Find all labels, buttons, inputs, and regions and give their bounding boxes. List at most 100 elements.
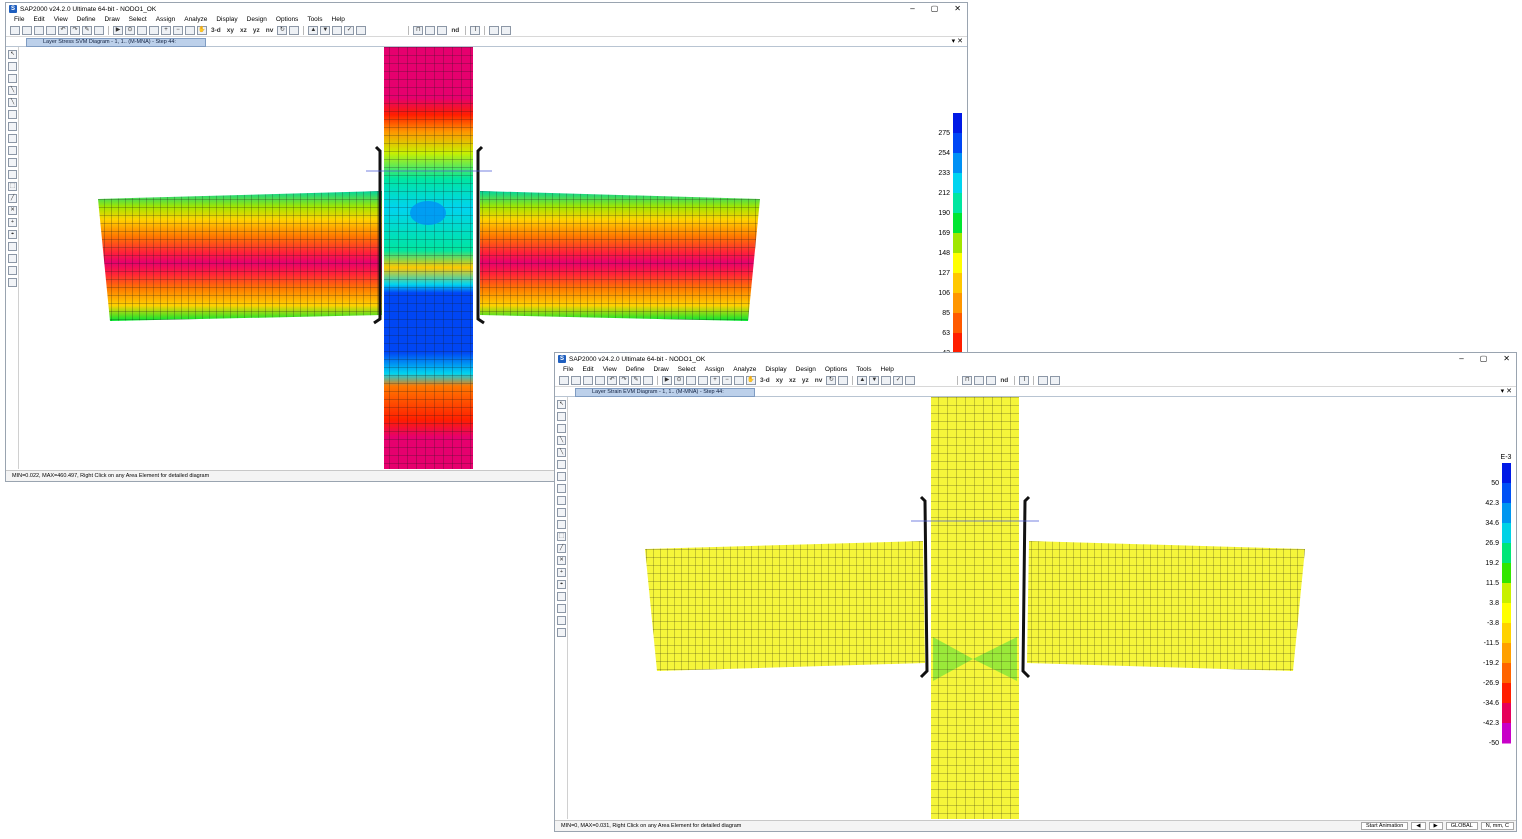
draw-point-icon[interactable] bbox=[557, 424, 566, 433]
save-icon[interactable] bbox=[583, 376, 593, 385]
select-line-icon[interactable]: ╱ bbox=[8, 194, 17, 203]
menu-edit[interactable]: Edit bbox=[582, 365, 593, 375]
view-nv-button[interactable]: nv bbox=[813, 377, 825, 384]
pencil-icon[interactable]: ✎ bbox=[631, 376, 641, 385]
check-icon[interactable]: ✓ bbox=[893, 376, 904, 385]
draw-area-icon[interactable] bbox=[557, 460, 566, 469]
view-xy-button[interactable]: xy bbox=[225, 27, 236, 34]
select-line-icon[interactable]: ╱ bbox=[557, 544, 566, 553]
lock-icon[interactable] bbox=[643, 376, 653, 385]
refresh-view-icon[interactable] bbox=[686, 376, 696, 385]
down-arrow-icon[interactable]: ▼ bbox=[869, 376, 880, 385]
menu-design[interactable]: Design bbox=[247, 15, 267, 25]
draw-link-icon[interactable] bbox=[8, 146, 17, 155]
reshape-icon[interactable] bbox=[557, 412, 566, 421]
menu-draw[interactable]: Draw bbox=[653, 365, 668, 375]
print-icon[interactable] bbox=[46, 26, 56, 35]
menu-analyze[interactable]: Analyze bbox=[733, 365, 756, 375]
select-intersect-icon[interactable]: ✕ bbox=[8, 206, 17, 215]
rotate-3d-icon[interactable]: ⊙ bbox=[674, 376, 684, 385]
rotate-icon[interactable]: ↻ bbox=[826, 376, 837, 385]
shell-icon[interactable] bbox=[974, 376, 985, 385]
frame-icon[interactable]: ⊓ bbox=[962, 376, 973, 385]
menu-tools[interactable]: Tools bbox=[307, 15, 322, 25]
restore-icon[interactable]: ▢ bbox=[931, 3, 939, 15]
tab-strain-diagram[interactable]: Layer Strain EVM Diagram - 1, 1.. (M-MNA… bbox=[575, 388, 755, 397]
frame-icon[interactable]: ⊓ bbox=[413, 26, 424, 35]
snap-point-icon[interactable]: + bbox=[8, 218, 17, 227]
step-forward-icon[interactable]: ▶ bbox=[1428, 822, 1443, 830]
menu-view[interactable]: View bbox=[54, 15, 68, 25]
up-arrow-icon[interactable]: ▲ bbox=[308, 26, 319, 35]
draw-rect-area-icon[interactable] bbox=[557, 472, 566, 481]
down-arrow-icon[interactable]: ▼ bbox=[320, 26, 331, 35]
table-icon[interactable] bbox=[1038, 376, 1049, 385]
coordinate-system-select[interactable]: GLOBAL bbox=[1445, 822, 1478, 830]
grid-icon[interactable] bbox=[881, 376, 892, 385]
snap-mid-icon[interactable] bbox=[557, 592, 566, 601]
tab-close-icon[interactable]: ▾ ✕ bbox=[952, 37, 963, 47]
view-nv-button[interactable]: nv bbox=[264, 27, 276, 34]
pointer-icon[interactable]: ↖ bbox=[557, 400, 566, 409]
draw-rect-area-icon[interactable] bbox=[8, 122, 17, 131]
menu-help[interactable]: Help bbox=[332, 15, 345, 25]
zoom-in-icon[interactable]: + bbox=[710, 376, 720, 385]
zoom-window-icon[interactable] bbox=[698, 376, 708, 385]
zoom-fit-icon[interactable] bbox=[185, 26, 195, 35]
section-icon[interactable]: I bbox=[1019, 376, 1030, 385]
check-icon[interactable]: ✓ bbox=[344, 26, 355, 35]
minimize-icon[interactable]: – bbox=[1459, 353, 1463, 365]
model-canvas-strain[interactable]: E-3 50 42.3 34.6 26.9 19.2 11.5 3.8 -3.8 -11.5 -19… bbox=[569, 397, 1515, 819]
snap-intersection-icon[interactable] bbox=[8, 254, 17, 263]
reshape-icon[interactable] bbox=[8, 62, 17, 71]
menu-view[interactable]: View bbox=[603, 365, 617, 375]
table-grid-icon[interactable] bbox=[501, 26, 512, 35]
save-icon[interactable] bbox=[34, 26, 44, 35]
units-select[interactable]: N, mm, C bbox=[1480, 822, 1514, 830]
up-arrow-icon[interactable]: ▲ bbox=[857, 376, 868, 385]
view-xy-button[interactable]: xy bbox=[774, 377, 785, 384]
close-icon[interactable]: ✕ bbox=[1503, 353, 1510, 365]
pan-icon[interactable]: ✋ bbox=[197, 26, 207, 35]
shell-icon[interactable] bbox=[425, 26, 436, 35]
undo-icon[interactable]: ↶ bbox=[607, 376, 617, 385]
start-animation-button[interactable]: Start Animation bbox=[1360, 822, 1409, 830]
tab-close-icon[interactable]: ▾ ✕ bbox=[1501, 387, 1512, 397]
new-file-icon[interactable] bbox=[10, 26, 20, 35]
restore-icon[interactable]: ▢ bbox=[1480, 353, 1488, 365]
draw-solid-icon[interactable] bbox=[557, 484, 566, 493]
run-analysis-icon[interactable]: ▶ bbox=[662, 376, 672, 385]
draw-solid-icon[interactable] bbox=[8, 134, 17, 143]
select-all-icon[interactable] bbox=[8, 170, 17, 179]
draw-area-icon[interactable] bbox=[8, 110, 17, 119]
strain-contour-diagram[interactable]: E-3 50 42.3 34.6 26.9 19.2 11.5 3.8 -3.8 -11.5 -19… bbox=[569, 397, 1515, 819]
refresh-view-icon[interactable] bbox=[137, 26, 147, 35]
draw-frame-icon[interactable]: ╲ bbox=[8, 86, 17, 95]
redo-icon[interactable]: ↷ bbox=[619, 376, 629, 385]
snap-end-icon[interactable]: ⌖ bbox=[557, 580, 566, 589]
zoom-fit-icon[interactable] bbox=[734, 376, 744, 385]
snap-nearest-icon[interactable] bbox=[8, 278, 17, 287]
snap-end-icon[interactable]: ⌖ bbox=[8, 230, 17, 239]
display-options-icon[interactable] bbox=[905, 376, 916, 385]
nd-button[interactable]: nd bbox=[449, 27, 461, 34]
draw-point-icon[interactable] bbox=[8, 74, 17, 83]
menu-display[interactable]: Display bbox=[765, 365, 786, 375]
menu-options[interactable]: Options bbox=[825, 365, 847, 375]
menu-help[interactable]: Help bbox=[881, 365, 894, 375]
view-yz-button[interactable]: yz bbox=[800, 377, 811, 384]
menu-edit[interactable]: Edit bbox=[33, 15, 44, 25]
draw-cable-icon[interactable]: ╲ bbox=[557, 448, 566, 457]
menu-define[interactable]: Define bbox=[626, 365, 645, 375]
pencil-icon[interactable]: ✎ bbox=[82, 26, 92, 35]
snap-perpendicular-icon[interactable] bbox=[557, 616, 566, 625]
link-icon[interactable] bbox=[437, 26, 448, 35]
perspective-icon[interactable] bbox=[838, 376, 849, 385]
view-xz-button[interactable]: xz bbox=[787, 377, 798, 384]
select-window-icon[interactable]: ⬚ bbox=[557, 532, 566, 541]
view-yz-button[interactable]: yz bbox=[251, 27, 262, 34]
zoom-window-icon[interactable] bbox=[149, 26, 159, 35]
menu-display[interactable]: Display bbox=[216, 15, 237, 25]
new-file-icon[interactable] bbox=[559, 376, 569, 385]
view-3d-button[interactable]: 3-d bbox=[758, 377, 772, 384]
